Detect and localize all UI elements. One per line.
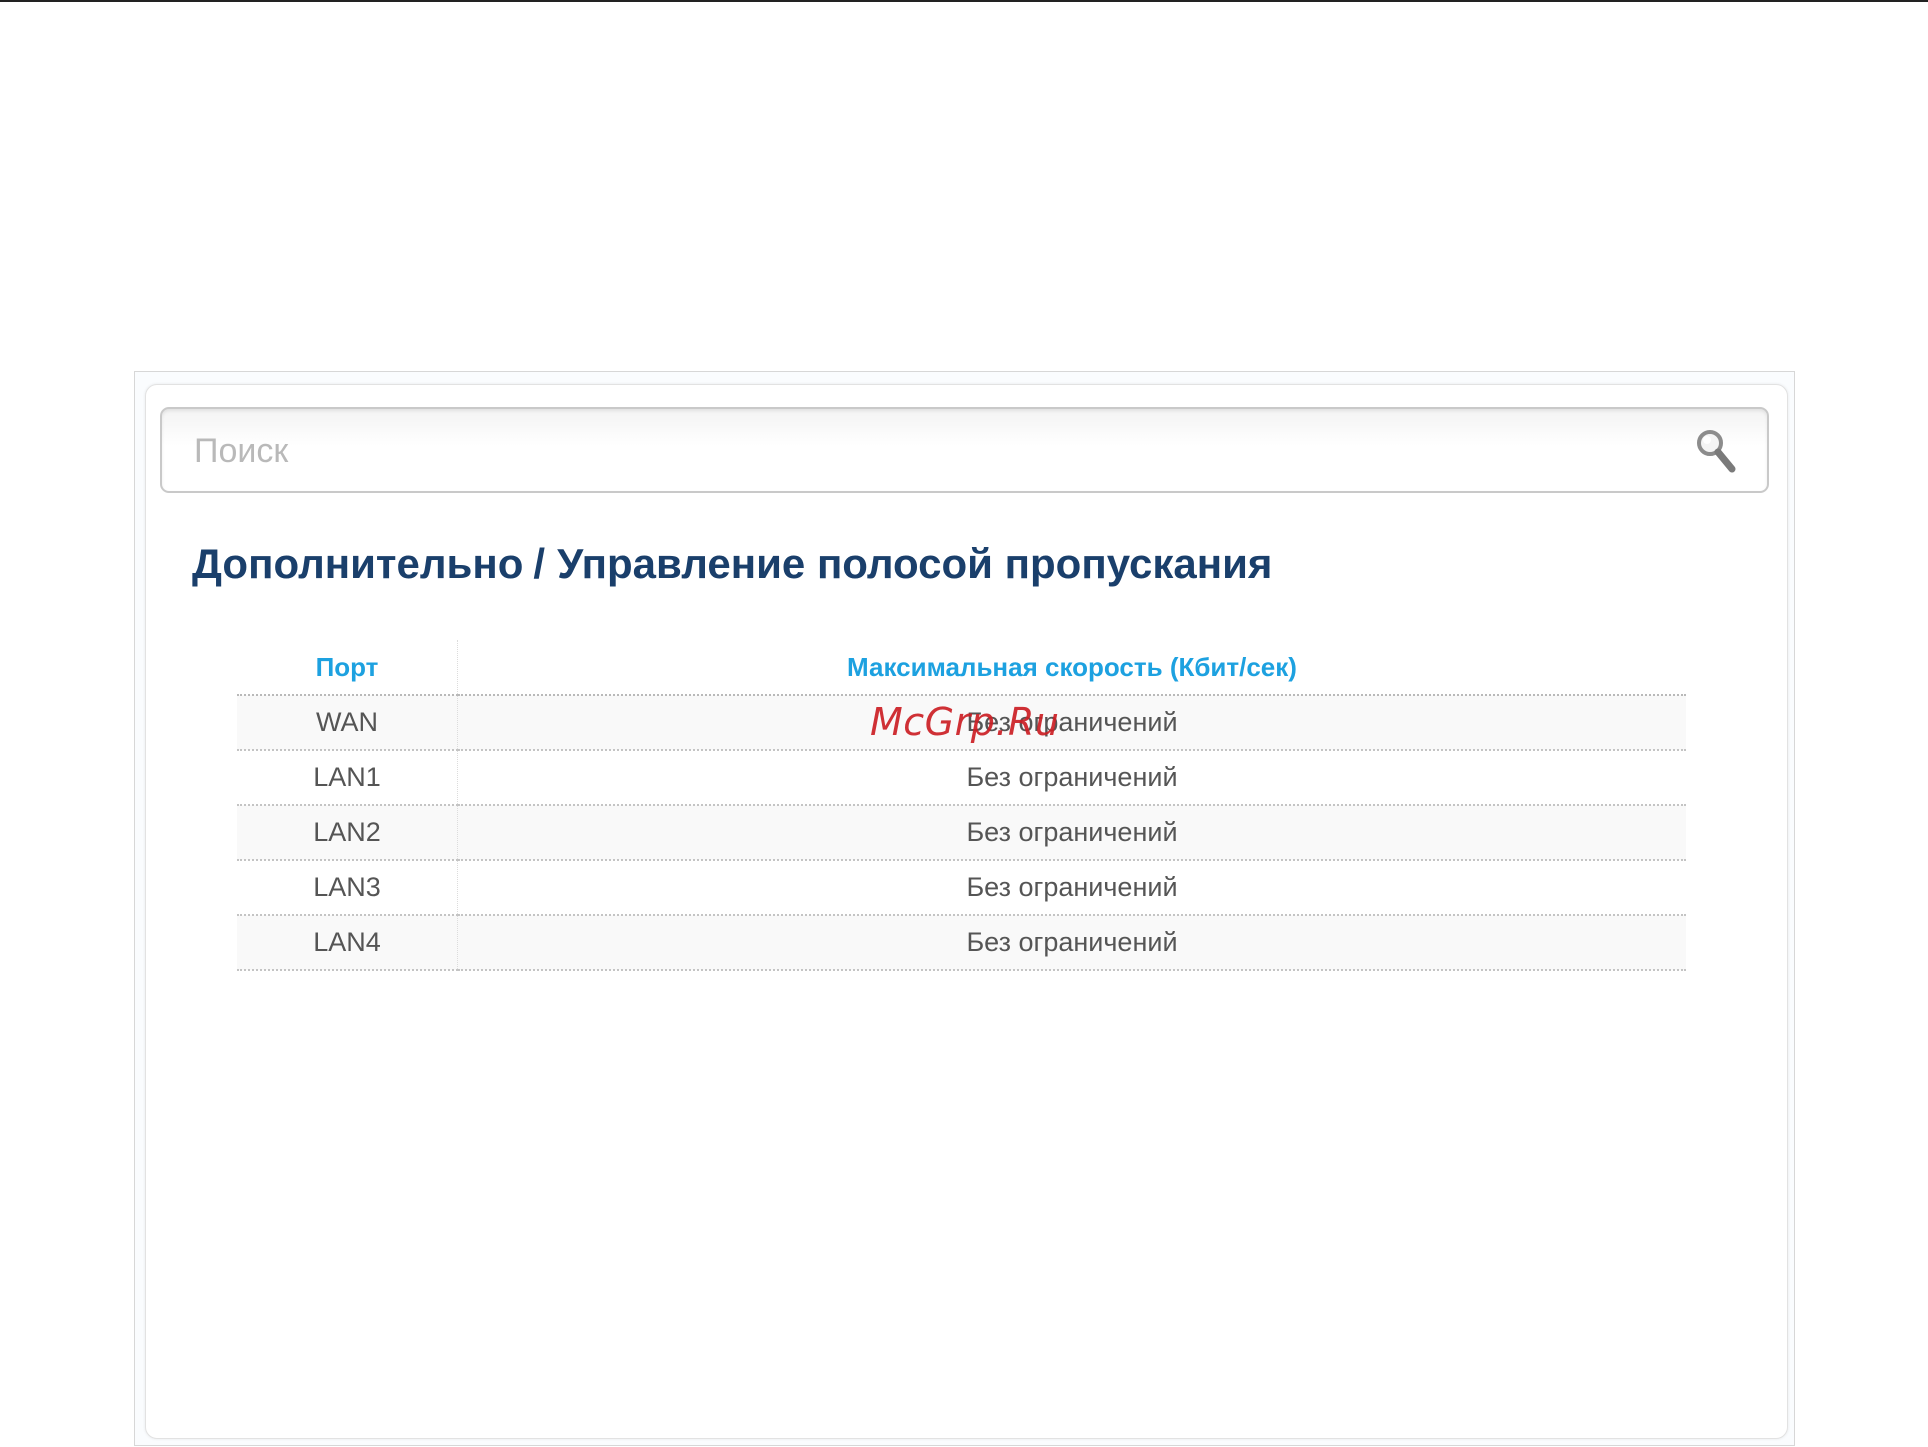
search-icon[interactable] — [1693, 426, 1739, 476]
max-speed-cell: Без ограничений — [457, 805, 1686, 861]
top-divider — [0, 0, 1928, 2]
max-speed-cell: Без ограничений — [457, 915, 1686, 971]
port-cell: LAN4 — [237, 915, 458, 971]
breadcrumb-section: Дополнительно — [192, 540, 524, 587]
bandwidth-table: Порт Максимальная скорость (Кбит/сек) WA… — [237, 640, 1686, 971]
column-header-port: Порт — [237, 640, 458, 696]
port-cell: LAN2 — [237, 805, 458, 861]
port-cell: LAN1 — [237, 750, 458, 806]
table-row-lan4[interactable]: LAN4 Без ограничений — [237, 915, 1686, 971]
breadcrumb-current: Управление полосой пропускания — [557, 540, 1273, 587]
table-row-lan1[interactable]: LAN1 Без ограничений — [237, 750, 1686, 806]
max-speed-cell: Без ограничений — [457, 695, 1686, 751]
table-row-lan2[interactable]: LAN2 Без ограничений — [237, 805, 1686, 861]
port-cell: LAN3 — [237, 860, 458, 916]
max-speed-cell: Без ограничений — [457, 750, 1686, 806]
table-row-lan3[interactable]: LAN3 Без ограничений — [237, 860, 1686, 916]
search-box — [160, 407, 1769, 493]
breadcrumb-separator: / — [533, 540, 546, 587]
max-speed-cell: Без ограничений — [457, 860, 1686, 916]
search-input[interactable] — [192, 425, 1646, 477]
table-header-row: Порт Максимальная скорость (Кбит/сек) — [237, 640, 1686, 696]
page-title: Дополнительно / Управление полосой пропуск… — [192, 540, 1272, 588]
port-cell: WAN — [237, 695, 458, 751]
column-header-max-speed: Максимальная скорость (Кбит/сек) — [457, 640, 1686, 696]
table-row-wan[interactable]: WAN Без ограничений — [237, 695, 1686, 751]
